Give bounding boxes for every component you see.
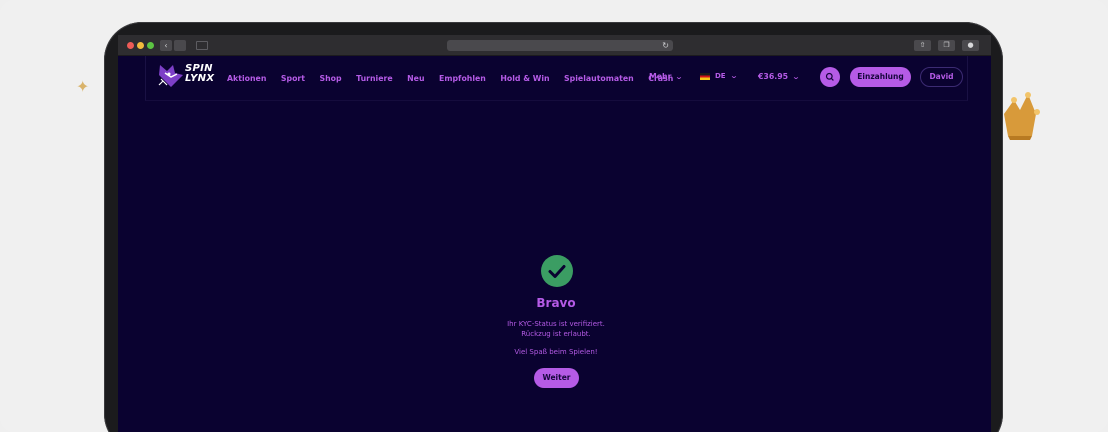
more-menu-label: Mehr xyxy=(649,72,672,81)
address-bar[interactable]: ↻ xyxy=(447,40,673,51)
nav-item-neu[interactable]: Neu xyxy=(407,74,424,83)
nav-item-sport[interactable]: Sport xyxy=(281,74,305,83)
sidebar-icon[interactable] xyxy=(196,41,208,50)
continue-button[interactable]: Weiter xyxy=(534,368,579,388)
language-label: DE xyxy=(715,72,726,80)
nav-item-aktionen[interactable]: Aktionen xyxy=(227,74,266,83)
browser-toolbar: ‹ ↻ ⇧ ❐ ● xyxy=(118,35,991,56)
user-menu-button[interactable]: David xyxy=(920,67,963,87)
search-button[interactable] xyxy=(820,67,840,87)
chevron-right-icon[interactable] xyxy=(174,40,186,51)
kyc-status-text: Ihr KYC-Status ist verifiziert. xyxy=(507,320,605,328)
close-window-button[interactable] xyxy=(127,42,134,49)
logo-wordmark: SPIN LYNX xyxy=(185,64,225,84)
nav-item-spielautomaten[interactable]: Spielautomaten xyxy=(564,74,634,83)
site-header: SPIN LYNX Aktionen Sport Shop Turniere N… xyxy=(145,56,968,101)
search-icon xyxy=(825,72,834,81)
crown-decoration xyxy=(1004,92,1040,140)
more-menu[interactable]: Mehr ⌄ xyxy=(649,72,684,81)
chevron-down-icon: ⌄ xyxy=(729,72,738,80)
sparkle-decoration: ✦ xyxy=(76,77,90,96)
download-icon[interactable]: ● xyxy=(962,40,979,51)
language-selector[interactable]: DE ⌄ xyxy=(700,72,738,80)
main-navigation: Aktionen Sport Shop Turniere Neu Empfohl… xyxy=(227,72,688,84)
share-icon[interactable]: ⇧ xyxy=(914,40,931,51)
page-background: ✦ ‹ ↻ ⇧ ❐ ● SPIN LYNX Aktionen Sport Sho… xyxy=(0,0,1108,432)
lynx-icon xyxy=(158,65,183,87)
checkmark-icon xyxy=(541,255,573,287)
minimize-window-button[interactable] xyxy=(137,42,144,49)
withdrawal-status-text: Rückzug ist erlaubt. xyxy=(521,330,591,338)
nav-item-empfohlen[interactable]: Empfohlen xyxy=(439,74,486,83)
spin-lynx-logo[interactable]: SPIN LYNX xyxy=(157,61,217,89)
german-flag-icon xyxy=(700,72,710,80)
zoom-window-button[interactable] xyxy=(147,42,154,49)
deposit-button[interactable]: Einzahlung xyxy=(850,67,911,87)
nav-item-shop[interactable]: Shop xyxy=(320,74,342,83)
enjoy-text: Viel Spaß beim Spielen! xyxy=(514,348,598,356)
success-title: Bravo xyxy=(536,296,576,310)
balance-value: €36.95 xyxy=(758,72,789,81)
chevron-left-icon[interactable]: ‹ xyxy=(160,40,172,51)
nav-item-turniere[interactable]: Turniere xyxy=(356,74,393,83)
browser-window: ‹ ↻ ⇧ ❐ ● SPIN LYNX Aktionen Sport Shop … xyxy=(118,35,991,432)
nav-item-hold-win[interactable]: Hold & Win xyxy=(500,74,549,83)
tabs-icon[interactable]: ❐ xyxy=(938,40,955,51)
balance-dropdown[interactable]: €36.95 ⌄ xyxy=(758,72,801,81)
chevron-down-icon: ⌄ xyxy=(791,73,801,81)
reload-icon[interactable]: ↻ xyxy=(662,40,669,51)
chevron-down-icon: ⌄ xyxy=(675,73,684,81)
logo-line-2: LYNX xyxy=(185,73,215,84)
